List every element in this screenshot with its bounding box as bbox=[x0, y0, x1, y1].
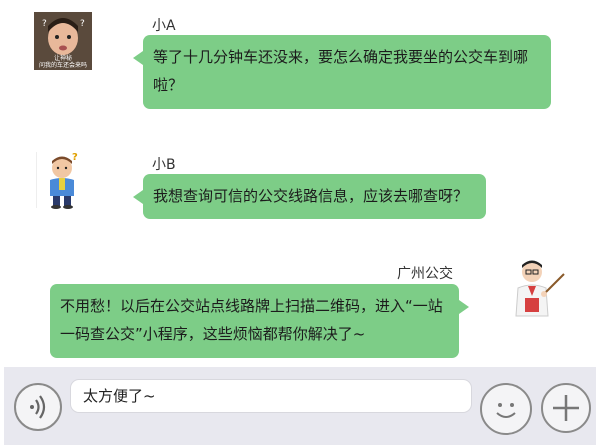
smile-face-icon bbox=[496, 403, 516, 418]
message-text: 我想查询可信的公交线路信息，应该去哪查呀？ bbox=[153, 187, 469, 205]
avatar-guangzhou-bus[interactable] bbox=[508, 258, 568, 320]
sender-name: 小A bbox=[152, 18, 176, 34]
svg-text:?: ? bbox=[42, 19, 47, 29]
message-input-value: 太方便了~ bbox=[83, 387, 156, 405]
plus-icon bbox=[553, 395, 579, 421]
message-bubble[interactable]: 不用愁！以后在公交站点线路牌上扫描二维码，进入“一站一码查公交”小程序，这些烦恼… bbox=[50, 284, 469, 358]
message-text: 不用愁！以后在公交站点线路牌上扫描二维码，进入“一站一码查公交”小程序，这些烦恼… bbox=[60, 297, 443, 343]
add-button[interactable] bbox=[541, 383, 591, 433]
svg-text:?: ? bbox=[72, 152, 78, 163]
voice-button[interactable] bbox=[14, 383, 62, 431]
message-bubble[interactable]: 我想查询可信的公交线路信息，应该去哪查呀？ bbox=[133, 174, 486, 219]
avatar-xiao-b[interactable]: ? bbox=[35, 150, 86, 210]
voice-wave-icon bbox=[30, 395, 46, 419]
sender-name: 小B bbox=[152, 157, 176, 173]
avatar-caption-line2: 问我的车还会来吗 bbox=[38, 62, 87, 69]
message-text: 等了十几分钟车还没来，要怎么确定我要坐的公交车到哪啦？ bbox=[153, 48, 529, 94]
message-bubble[interactable]: 等了十几分钟车还没来，要怎么确定我要坐的公交车到哪啦？ bbox=[133, 35, 551, 109]
emoji-button[interactable] bbox=[480, 383, 532, 435]
thinking-man-icon: ? bbox=[35, 152, 78, 209]
message-input[interactable]: 太方便了~ bbox=[70, 379, 472, 413]
avatar-caption-line1: 让神秘 bbox=[53, 55, 72, 62]
sender-name: 广州公交 bbox=[397, 266, 453, 282]
avatar-xiao-a[interactable]: ? ? 让神秘 问我的车还会来吗 bbox=[34, 12, 92, 70]
teacher-pointer-icon bbox=[515, 260, 565, 317]
svg-text:?: ? bbox=[80, 19, 85, 29]
